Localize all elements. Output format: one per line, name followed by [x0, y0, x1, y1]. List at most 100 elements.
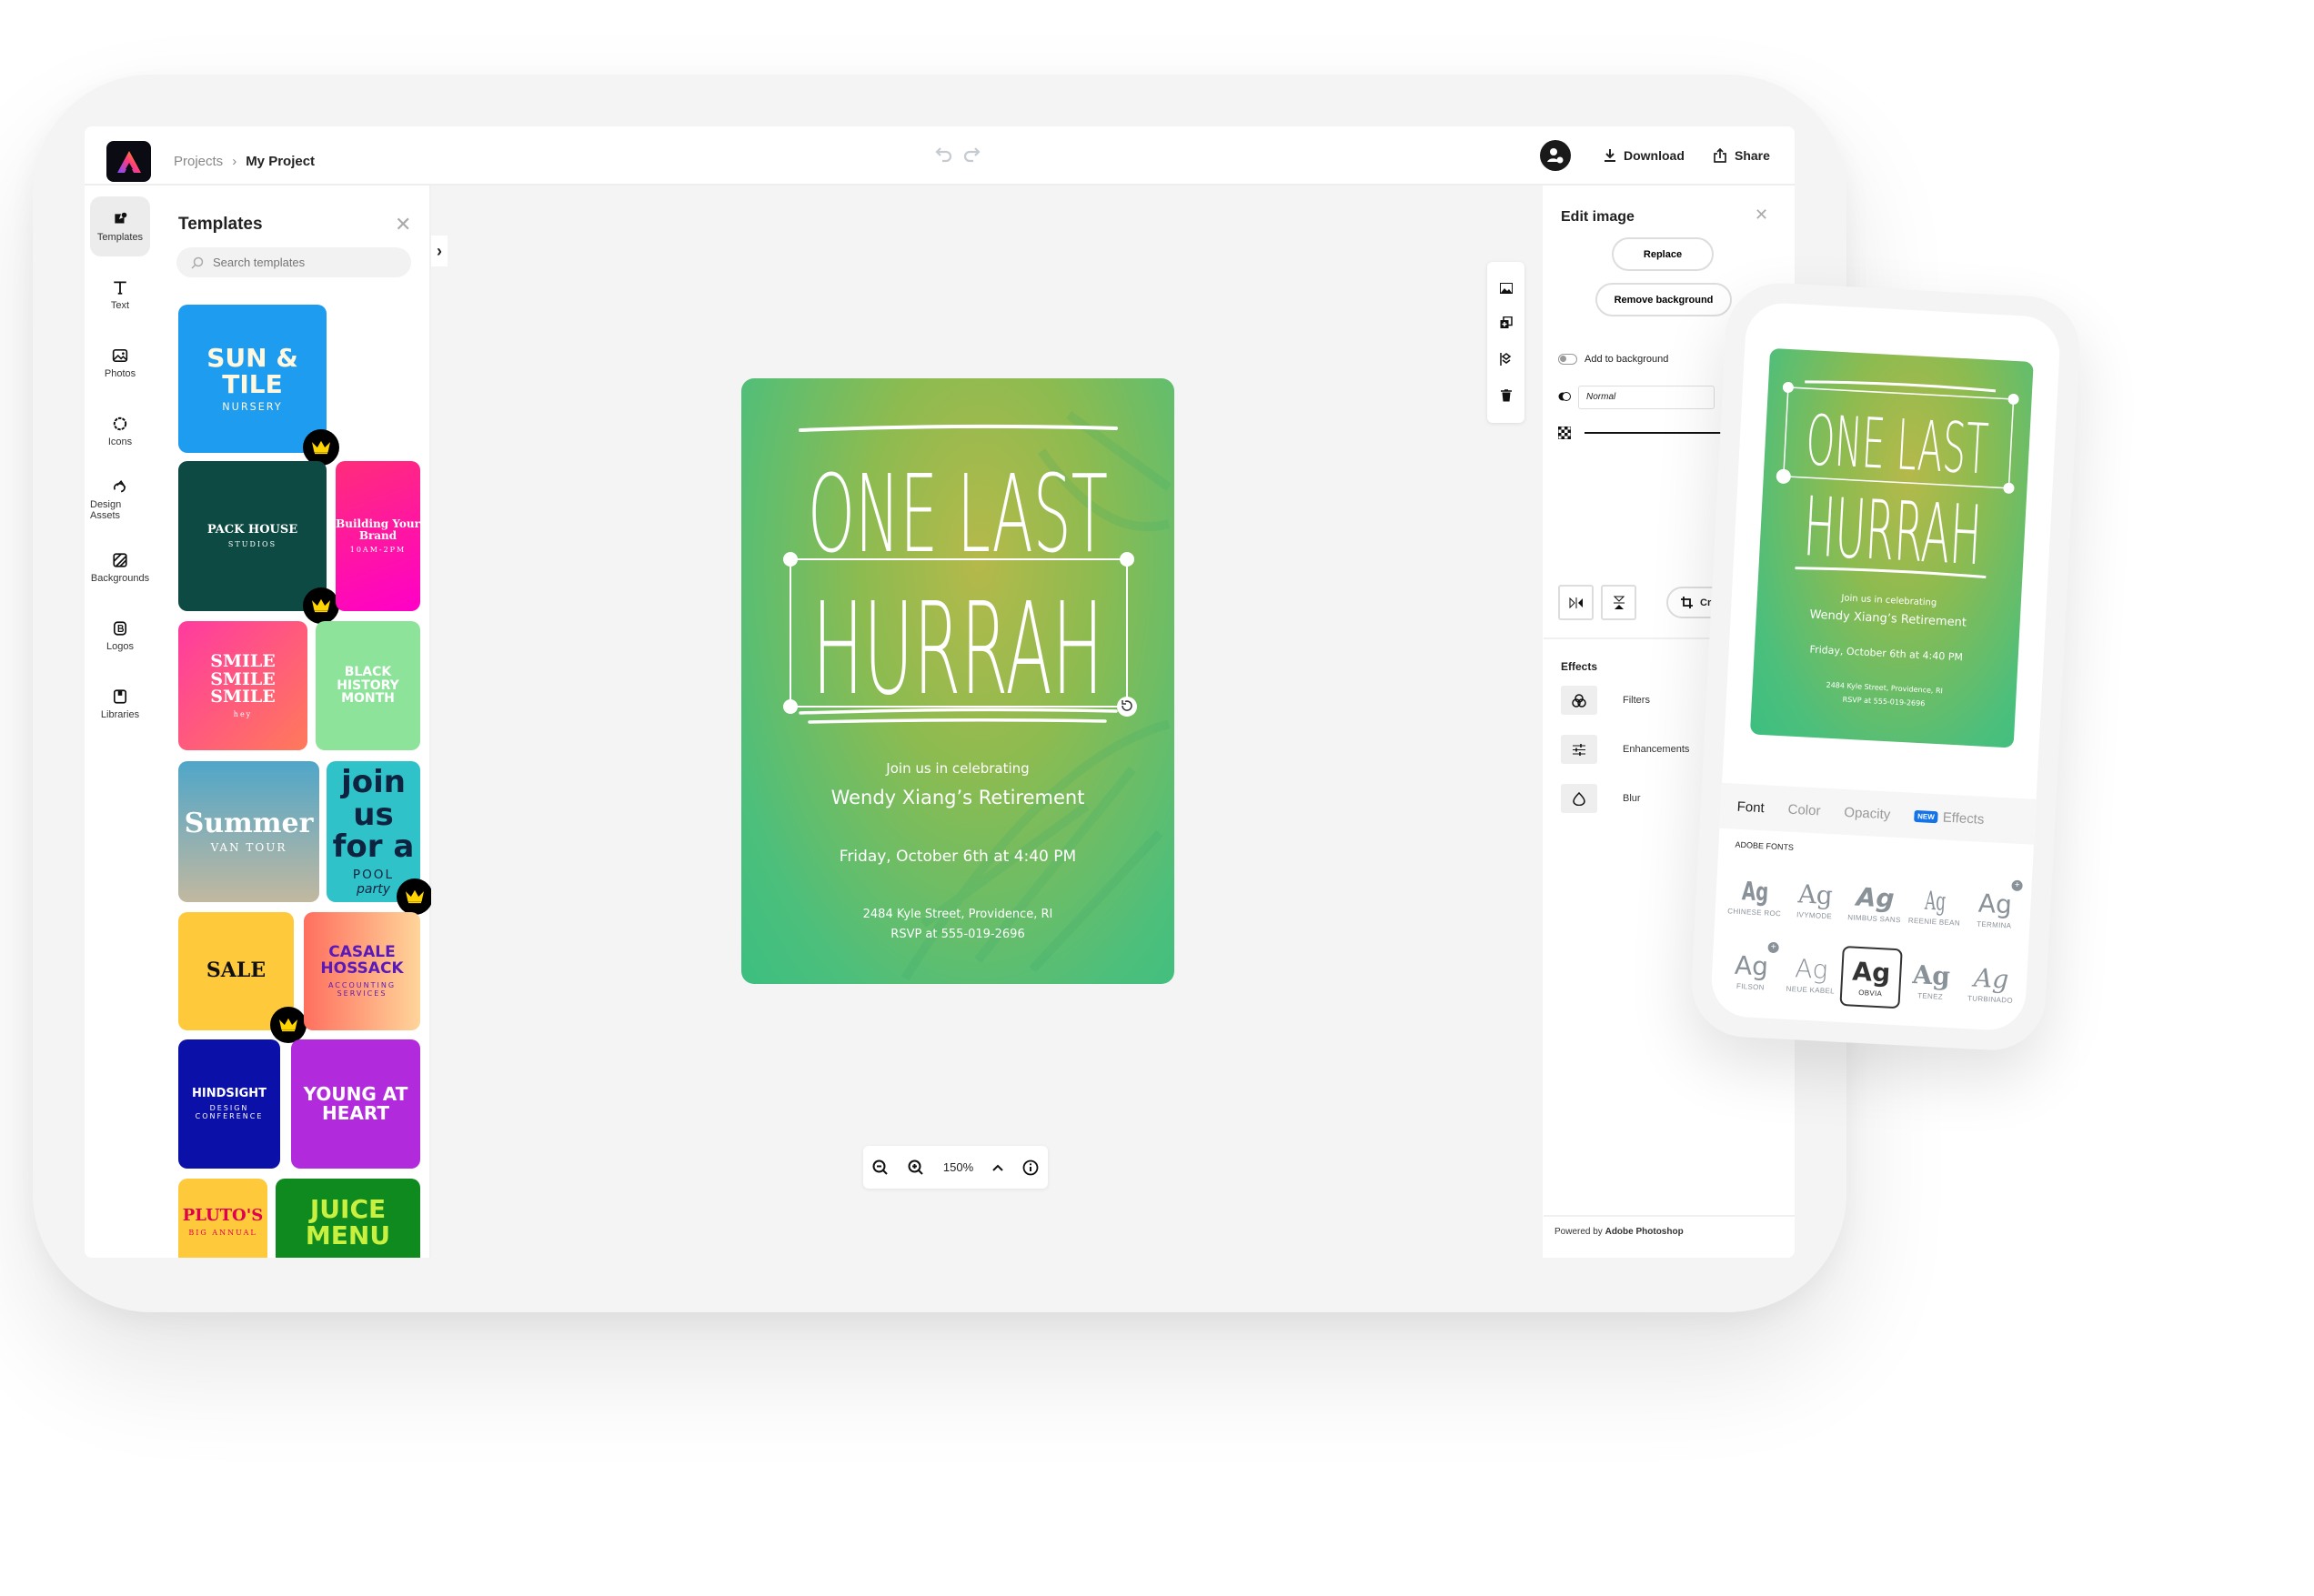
- resize-handle[interactable]: [783, 552, 798, 567]
- design-address[interactable]: 2484 Kyle Street, Providence, RI: [741, 908, 1174, 921]
- template-thumbnail[interactable]: PLUTO'S BIG ANNUAL: [178, 1179, 267, 1258]
- info-icon[interactable]: [1022, 1159, 1039, 1176]
- blend-mode-select[interactable]: Normal: [1578, 386, 1715, 409]
- tab-effects[interactable]: NEW Effects: [1913, 808, 1985, 827]
- template-thumbnail[interactable]: HINDSIGHT DESIGN CONFERENCE: [178, 1039, 280, 1169]
- template-thumbnail[interactable]: PACK HOUSE STUDIOS: [178, 461, 327, 611]
- flip-vertical-button[interactable]: [1601, 585, 1636, 620]
- download-icon: [1605, 149, 1615, 162]
- template-thumbnail[interactable]: BLACK HISTORY MONTH: [316, 621, 420, 750]
- font-option[interactable]: Ag TERMINA +: [1964, 878, 2027, 940]
- rail-item-backgrounds[interactable]: Backgrounds: [90, 537, 150, 597]
- template-title: Building Your Brand: [336, 517, 420, 542]
- font-option[interactable]: Ag NEUE KABEL: [1780, 942, 1843, 1005]
- zoom-in-icon[interactable]: [908, 1159, 924, 1176]
- design-event[interactable]: Wendy Xiang’s Retirement: [741, 787, 1174, 808]
- template-title: join us for a: [332, 763, 415, 866]
- font-option[interactable]: Ag NIMBUS SANS: [1844, 871, 1907, 934]
- design-title-line2[interactable]: HURRAH: [812, 576, 1103, 724]
- rail-item-design-assets[interactable]: Design Assets: [90, 469, 150, 529]
- design-title-line1[interactable]: ONE LAST: [808, 451, 1108, 577]
- rail-item-logos[interactable]: Logos: [90, 606, 150, 666]
- rotate-handle[interactable]: [1117, 697, 1137, 717]
- rail-item-libraries[interactable]: Libraries: [90, 674, 150, 734]
- adobe-express-logo[interactable]: [106, 141, 151, 182]
- rail-item-text[interactable]: Text: [90, 265, 150, 325]
- template-subtitle: BIG ANNUAL: [188, 1228, 257, 1237]
- template-subtitle: hey: [233, 710, 253, 719]
- add-font-icon[interactable]: +: [1767, 941, 1779, 954]
- template-thumbnail[interactable]: JUICE MENU: [276, 1179, 420, 1258]
- template-thumbnail[interactable]: Building Your Brand 10AM-2PM: [336, 461, 420, 611]
- blur-item[interactable]: Blur: [1561, 784, 1641, 813]
- replace-image-icon[interactable]: [1499, 282, 1513, 294]
- font-option[interactable]: Ag FILSON +: [1720, 939, 1783, 1002]
- font-sample: Ag: [1851, 956, 1892, 989]
- replace-button[interactable]: Replace: [1612, 237, 1714, 271]
- zoom-out-icon[interactable]: [872, 1159, 889, 1176]
- duplicate-icon[interactable]: [1500, 316, 1513, 329]
- design-rsvp[interactable]: RSVP at 555-019-2696: [741, 928, 1174, 941]
- template-thumbnail[interactable]: YOUNG AT HEART: [291, 1039, 420, 1169]
- resize-handle[interactable]: [1120, 552, 1134, 567]
- add-to-background-toggle[interactable]: [1558, 354, 1577, 365]
- close-icon[interactable]: ✕: [1755, 206, 1768, 225]
- powered-by: Powered by Adobe Photoshop: [1554, 1227, 1684, 1237]
- arrange-layers-icon[interactable]: [1499, 352, 1513, 366]
- font-option[interactable]: Ag REENIE BEAN: [1904, 875, 1967, 938]
- template-thumbnail[interactable]: SUN & TILE NURSERY: [178, 305, 327, 453]
- backgrounds-icon: [113, 552, 127, 567]
- remove-background-button[interactable]: Remove background: [1595, 283, 1732, 316]
- opacity-slider[interactable]: [1585, 432, 1721, 434]
- font-option[interactable]: Ag IVYMODE: [1784, 868, 1846, 931]
- template-thumbnail[interactable]: CASALE HOSSACK ACCOUNTING SERVICES: [304, 912, 420, 1030]
- tab-color[interactable]: Color: [1787, 801, 1821, 818]
- expand-panel-button[interactable]: ›: [431, 236, 448, 266]
- close-icon[interactable]: ✕: [395, 213, 411, 236]
- search-icon: [191, 256, 204, 269]
- font-option[interactable]: Ag OBVIA: [1839, 945, 1903, 1009]
- delete-icon[interactable]: [1500, 389, 1512, 402]
- design-datetime[interactable]: Friday, October 6th at 4:40 PM: [741, 848, 1174, 866]
- font-name: TENEZ: [1917, 991, 1944, 1001]
- design-intro[interactable]: Join us in celebrating: [741, 760, 1174, 777]
- font-sample: Ag: [1911, 959, 1951, 992]
- breadcrumb-projects[interactable]: Projects: [174, 154, 223, 169]
- floating-toolbar: [1487, 262, 1524, 423]
- redo-icon[interactable]: [962, 146, 981, 163]
- font-grid: Ag CHINESE ROC Ag IVYMODE Ag NIMBUS SANS Ag REE…: [1720, 865, 2027, 1015]
- invite-user-avatar[interactable]: [1540, 140, 1571, 171]
- template-title: SMILE SMILE SMILE: [210, 650, 276, 708]
- search-input[interactable]: [213, 256, 395, 269]
- add-font-icon[interactable]: +: [2011, 879, 2023, 892]
- font-name: TURBINADO: [1967, 994, 2014, 1005]
- phone-design-card[interactable]: ONE LAST HURRAH Join us in celebrating W…: [1749, 347, 2034, 748]
- resize-handle[interactable]: [783, 699, 798, 714]
- rail-item-photos[interactable]: Photos: [90, 333, 150, 393]
- zoom-level[interactable]: 150%: [943, 1160, 973, 1174]
- rail-item-templates[interactable]: Templates: [90, 196, 150, 256]
- add-to-background-row: Add to background: [1558, 354, 1668, 365]
- rail-item-icons[interactable]: Icons: [90, 401, 150, 461]
- font-name: REENIE BEAN: [1907, 916, 1961, 928]
- rail-item-label: Libraries: [100, 708, 140, 720]
- flip-horizontal-button[interactable]: [1558, 585, 1594, 620]
- crop-icon: [1681, 597, 1693, 608]
- chevron-up-icon[interactable]: [992, 1164, 1003, 1171]
- font-option[interactable]: Ag TENEZ: [1899, 949, 1962, 1011]
- tab-opacity[interactable]: Opacity: [1844, 804, 1891, 822]
- template-subtitle: NURSERY: [222, 401, 283, 414]
- font-option[interactable]: Ag TURBINADO: [1959, 952, 2022, 1015]
- font-option[interactable]: Ag CHINESE ROC: [1724, 865, 1786, 928]
- share-button[interactable]: Share: [1713, 148, 1770, 163]
- template-title: SUN & TILE: [206, 342, 298, 399]
- template-thumbnail[interactable]: Summer VAN TOUR: [178, 761, 319, 902]
- filters-item[interactable]: Filters: [1561, 686, 1650, 715]
- enhancements-item[interactable]: Enhancements: [1561, 735, 1689, 764]
- design-card[interactable]: ONE LAST HURRAH Join us in celebrating W…: [741, 378, 1174, 984]
- undo-icon[interactable]: [935, 146, 953, 163]
- template-thumbnail[interactable]: SMILE SMILE SMILE hey: [178, 621, 307, 750]
- download-button[interactable]: Download: [1604, 148, 1685, 163]
- tab-font[interactable]: Font: [1736, 798, 1765, 816]
- flip-horizontal-icon: [1569, 597, 1583, 608]
